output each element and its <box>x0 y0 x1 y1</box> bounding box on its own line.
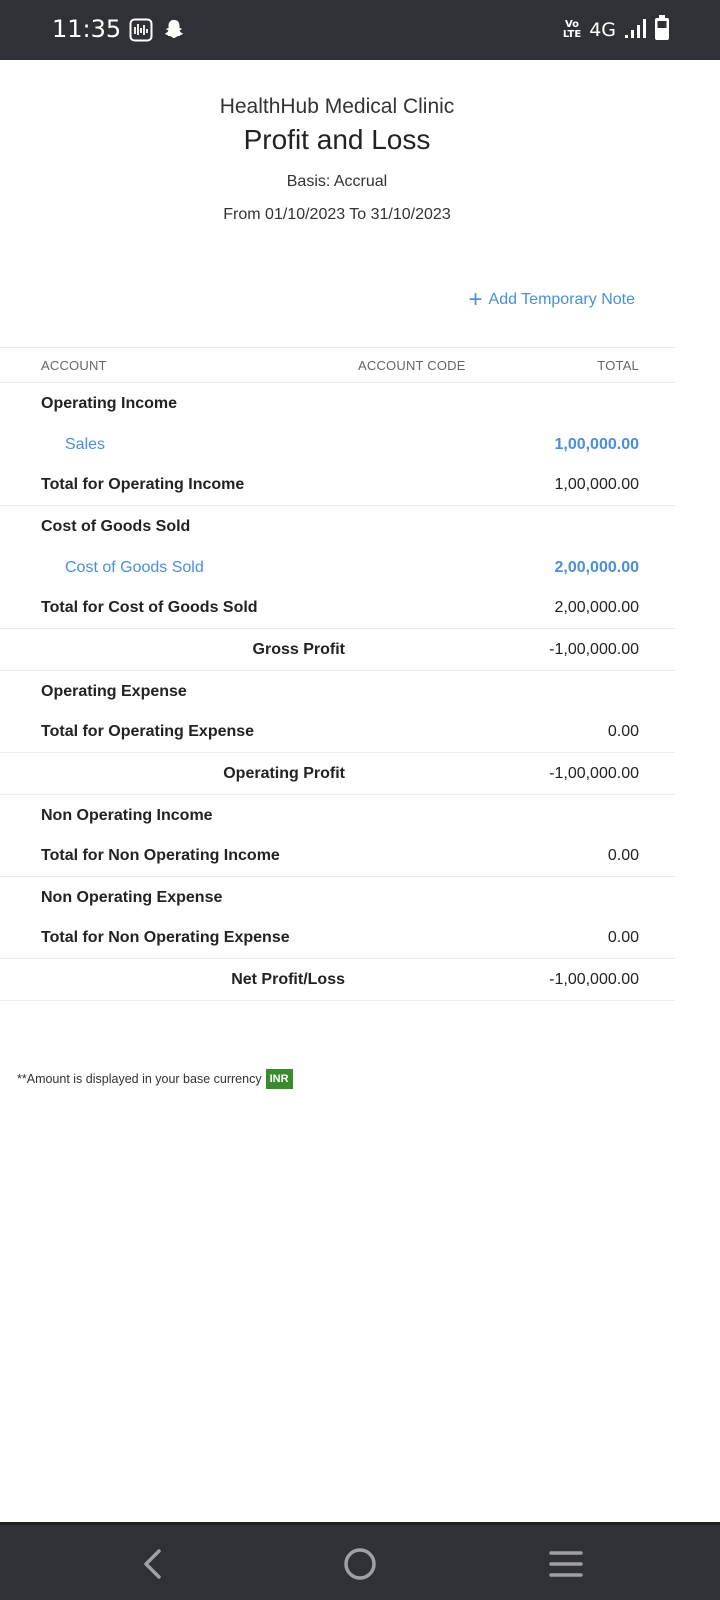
total-row-operating-expense: Total for Operating Expense 0.00 <box>0 712 675 753</box>
summary-label: Net Profit/Loss <box>231 970 345 988</box>
currency-badge: INR <box>265 1069 293 1089</box>
total-row-cost-of-goods-sold: Total for Cost of Goods Sold 2,00,000.00 <box>0 588 675 629</box>
total-amount: 0.00 <box>607 929 639 946</box>
menu-icon[interactable] <box>545 1543 587 1585</box>
report-period: From 01/10/2023 To 31/10/2023 <box>223 206 451 223</box>
status-bar: 11:35 Vo LTE 4G <box>0 0 720 60</box>
total-label: Total for Non Operating Income <box>41 847 280 864</box>
footnote-text: **Amount is displayed in your base curre… <box>17 1072 262 1086</box>
summary-row-net-profit-loss: Net Profit/Loss -1,00,000.00 <box>0 959 675 1001</box>
section-label: Non Operating Income <box>41 806 213 824</box>
section-label: Operating Expense <box>41 682 187 700</box>
organization-name: HealthHub Medical Clinic <box>219 95 455 118</box>
add-note-label: Add Temporary Note <box>488 291 635 308</box>
section-non-operating-expense: Non Operating Expense <box>0 877 675 918</box>
report-header: HealthHub Medical Clinic Profit and Loss… <box>0 92 674 225</box>
total-label: Total for Operating Expense <box>41 723 255 740</box>
summary-label: Operating Profit <box>223 764 345 782</box>
column-header-account-code: ACCOUNT CODE <box>358 357 466 373</box>
section-label: Operating Income <box>41 394 178 412</box>
account-amount-cost-of-goods-sold[interactable]: 2,00,000.00 <box>554 559 639 577</box>
total-row-operating-income: Total for Operating Income 1,00,000.00 <box>0 465 675 506</box>
account-row-cost-of-goods-sold[interactable]: Cost of Goods Sold 2,00,000.00 <box>0 547 675 588</box>
section-operating-income: Operating Income <box>0 383 675 424</box>
report-title: Profit and Loss <box>243 124 431 155</box>
section-cost-of-goods-sold: Cost of Goods Sold <box>0 506 675 547</box>
signal-icon <box>624 17 646 44</box>
section-label: Non Operating Expense <box>41 888 223 906</box>
battery-icon <box>654 14 670 46</box>
total-amount: 2,00,000.00 <box>554 599 639 616</box>
summary-row-gross-profit: Gross Profit -1,00,000.00 <box>0 629 675 671</box>
report-table: ACCOUNT ACCOUNT CODE TOTAL Operating Inc… <box>0 347 675 1001</box>
column-header-total: TOTAL <box>597 357 639 373</box>
total-row-non-operating-income: Total for Non Operating Income 0.00 <box>0 836 675 877</box>
summary-label: Gross Profit <box>252 640 345 658</box>
column-header-account: ACCOUNT <box>41 357 107 373</box>
section-label: Cost of Goods Sold <box>41 517 191 535</box>
plus-icon: + <box>468 286 483 313</box>
activity-icon <box>129 18 153 42</box>
back-icon[interactable] <box>133 1543 175 1585</box>
currency-footnote: **Amount is displayed in your base curre… <box>17 1069 293 1089</box>
add-temporary-note-button[interactable]: + Add Temporary Note <box>468 286 635 313</box>
summary-amount: -1,00,000.00 <box>549 640 639 658</box>
account-amount-sales[interactable]: 1,00,000.00 <box>554 436 639 454</box>
volte-indicator: Vo LTE <box>562 19 582 40</box>
total-amount: 0.00 <box>607 847 639 864</box>
total-label: Total for Operating Income <box>41 476 245 493</box>
section-non-operating-income: Non Operating Income <box>0 795 675 836</box>
account-link-cost-of-goods-sold[interactable]: Cost of Goods Sold <box>65 559 204 577</box>
report-basis: Basis: Accrual <box>286 173 388 190</box>
summary-row-operating-profit: Operating Profit -1,00,000.00 <box>0 753 675 795</box>
navigation-bar <box>0 1522 720 1600</box>
network-type: 4G <box>589 19 616 41</box>
table-header: ACCOUNT ACCOUNT CODE TOTAL <box>0 347 675 383</box>
account-row-sales[interactable]: Sales 1,00,000.00 <box>0 424 675 465</box>
account-link-sales[interactable]: Sales <box>65 436 105 454</box>
total-amount: 1,00,000.00 <box>554 476 639 493</box>
snapchat-icon <box>163 18 187 42</box>
home-icon[interactable] <box>339 1543 381 1585</box>
summary-amount: -1,00,000.00 <box>549 970 639 988</box>
total-row-non-operating-expense: Total for Non Operating Expense 0.00 <box>0 918 675 959</box>
status-right-group: Vo LTE 4G <box>562 14 670 46</box>
summary-amount: -1,00,000.00 <box>549 764 639 782</box>
status-time: 11:35 <box>52 15 122 43</box>
total-label: Total for Cost of Goods Sold <box>41 599 258 616</box>
section-operating-expense: Operating Expense <box>0 671 675 712</box>
total-amount: 0.00 <box>607 723 639 740</box>
total-label: Total for Non Operating Expense <box>41 929 290 946</box>
